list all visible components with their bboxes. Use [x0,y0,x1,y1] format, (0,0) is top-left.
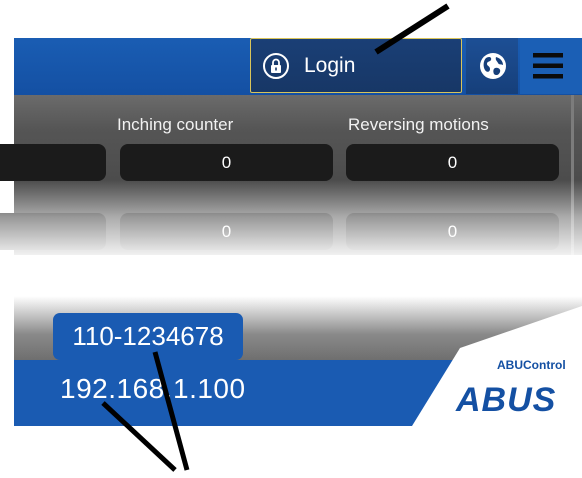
callout-lines [101,3,450,472]
login-callout-line [374,3,450,55]
ip-callout-line [101,401,177,472]
serial-callout-line [152,351,190,471]
